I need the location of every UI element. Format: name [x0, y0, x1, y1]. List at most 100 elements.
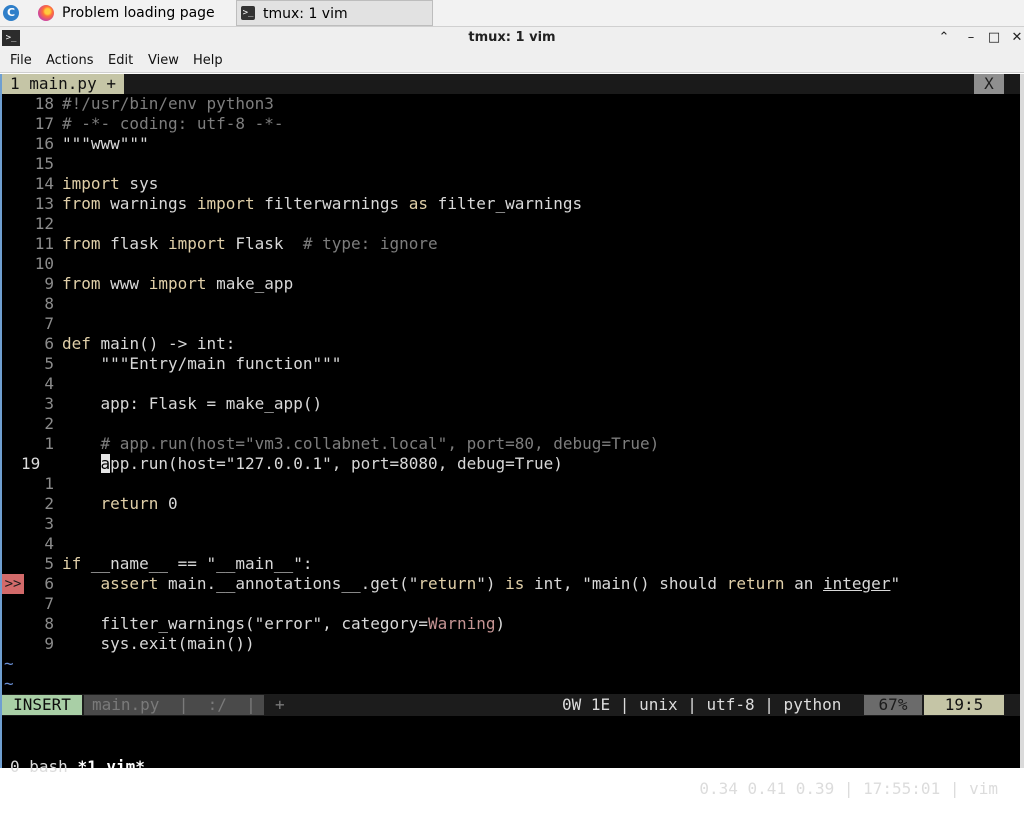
code-line[interactable]: 7: [2, 314, 1002, 334]
vim-status-info: 0W 1E | unix | utf-8 | python: [562, 695, 842, 714]
line-number: 9: [44, 274, 54, 293]
code-text: """Entry/main function""": [62, 354, 342, 373]
code-line[interactable]: 8 filter_warnings("error", category=Warn…: [2, 614, 1002, 634]
code-line[interactable]: 1: [2, 474, 1002, 494]
terminal-icon: >_: [241, 6, 255, 20]
taskbar-item-label: tmux: 1 vim: [263, 6, 348, 22]
code-line[interactable]: 6 >> assert main.__annotations__.get("ret…: [2, 574, 1002, 594]
code-text: assert main.__annotations__.get("return"…: [100, 574, 901, 593]
line-number: 4: [44, 374, 54, 393]
error-sign-icon: >>: [2, 574, 24, 594]
line-number: 2: [44, 494, 54, 513]
line-number: 9: [44, 634, 54, 653]
line-number: 5: [44, 554, 54, 573]
code-line[interactable]: 8: [2, 294, 1002, 314]
scrollbar[interactable]: [1020, 74, 1024, 768]
taskbar-item-firefox[interactable]: Problem loading page ...: [62, 0, 232, 47]
line-number: 8: [44, 294, 54, 313]
code-line[interactable]: 14 import sys: [2, 174, 1002, 194]
code-line[interactable]: 13 from warnings import filterwarnings as…: [2, 194, 1002, 214]
empty-line-marker: ~: [4, 654, 14, 673]
line-number: 11: [34, 234, 54, 253]
line-number: 1: [44, 474, 54, 493]
terminal-area[interactable]: 1 main.py + X 18 #!/usr/bin/env python3 17…: [0, 74, 1024, 798]
code-line[interactable]: 5 """Entry/main function""": [2, 354, 1002, 374]
code-line[interactable]: 9 sys.exit(main()): [2, 634, 1002, 654]
line-number: 3: [44, 514, 54, 533]
code-line[interactable]: 11 from flask import Flask # type: ignore: [2, 234, 1002, 254]
code-line[interactable]: 3 app: Flask = make_app(): [2, 394, 1002, 414]
code-line[interactable]: 17 # -*- coding: utf-8 -*-: [2, 114, 1002, 134]
empty-line-marker: ~: [4, 674, 14, 693]
line-number: 14: [34, 174, 54, 193]
code-text: return 0: [100, 494, 178, 513]
code-line[interactable]: 4: [2, 534, 1002, 554]
code-line[interactable]: 15: [2, 154, 1002, 174]
distro-logo-icon[interactable]: C: [3, 5, 19, 21]
vim-status-file: main.py | :/ | +: [84, 695, 285, 715]
tmux-statusbar: 0 bash *1 vim* 0.34 0.41 0.39 | 17:55:01…: [2, 734, 1020, 798]
code-line[interactable]: 5 if __name__ == "__main__":: [2, 554, 1002, 574]
line-number: 2: [44, 414, 54, 433]
line-number: 12: [34, 214, 54, 233]
code-line[interactable]: 2: [2, 414, 1002, 434]
menu-help[interactable]: Help: [193, 50, 223, 72]
menu-view[interactable]: View: [148, 50, 179, 72]
code-line[interactable]: 6 def main() -> int:: [2, 334, 1002, 354]
line-number: 1: [44, 434, 54, 453]
code-line[interactable]: 10: [2, 254, 1002, 274]
code-line[interactable]: 4: [2, 374, 1002, 394]
vim-tab-main-py[interactable]: 1 main.py +: [2, 74, 124, 94]
code-text: from warnings import filterwarnings as f…: [62, 194, 583, 213]
code-line[interactable]: 19 app.run(host="127.0.0.1", port=8080, …: [2, 454, 1002, 474]
code-text: def main() -> int:: [62, 334, 236, 353]
code-text: sys.exit(main()): [62, 634, 255, 653]
window-titlebar[interactable]: tmux: 1 vim >_ ⌃ – □ ✕: [0, 26, 1024, 50]
code-line[interactable]: 16 """www""": [2, 134, 1002, 154]
line-number: 19: [21, 454, 41, 473]
line-number: 5: [44, 354, 54, 373]
code-text: # app.run(host="vm3.collabnet.local", po…: [62, 434, 660, 453]
taskbar-item-tmux[interactable]: >_ tmux: 1 vim: [236, 0, 433, 26]
code-text: app: Flask = make_app(): [62, 394, 323, 413]
line-number: 16: [34, 134, 54, 153]
taskbar: C Problem loading page ... >_ tmux: 1 vi…: [0, 0, 1024, 47]
code-line[interactable]: 3: [2, 514, 1002, 534]
tmux-status-right: 0.34 0.41 0.39 | 17:55:01 | vim: [699, 779, 998, 798]
line-number: 15: [34, 154, 54, 173]
menu-file[interactable]: File: [10, 50, 32, 72]
vim-cursor-position: 19:5: [924, 695, 1004, 715]
line-number: 7: [44, 594, 54, 613]
maximize-button[interactable]: □: [985, 29, 1003, 47]
code-line[interactable]: 18 #!/usr/bin/env python3: [2, 94, 1002, 114]
line-number: 4: [44, 534, 54, 553]
line-number: 13: [34, 194, 54, 213]
code-line[interactable]: 7: [2, 594, 1002, 614]
minimize-button[interactable]: –: [962, 29, 980, 47]
code-line[interactable]: 1 # app.run(host="vm3.collabnet.local", …: [2, 434, 1002, 454]
vim-mode-indicator: INSERT: [2, 695, 82, 715]
code-text: #!/usr/bin/env python3: [62, 94, 274, 113]
firefox-icon: [38, 5, 54, 21]
code-line[interactable]: 12: [2, 214, 1002, 234]
terminal-icon[interactable]: >_: [2, 30, 20, 46]
code-text: from www import make_app: [62, 274, 294, 293]
text-cursor: a: [100, 454, 111, 473]
tmux-window-bash[interactable]: 0 bash: [10, 757, 77, 776]
code-text: if __name__ == "__main__":: [62, 554, 313, 573]
line-number: 7: [44, 314, 54, 333]
menubar: File Actions Edit View Help: [0, 50, 1024, 73]
close-button[interactable]: ✕: [1008, 29, 1024, 47]
code-text: filter_warnings("error", category=Warnin…: [62, 614, 506, 633]
code-line[interactable]: 9 from www import make_app: [2, 274, 1002, 294]
chevron-up-icon[interactable]: ⌃: [935, 29, 953, 47]
vim-tab-close-button[interactable]: X: [974, 74, 1004, 94]
menu-edit[interactable]: Edit: [108, 50, 133, 72]
vim-status-percent: 67%: [864, 695, 922, 715]
code-text: # -*- coding: utf-8 -*-: [62, 114, 284, 133]
line-number: 18: [34, 94, 54, 113]
tmux-window-vim-active[interactable]: *1 vim*: [77, 757, 144, 776]
code-line[interactable]: 2 return 0: [2, 494, 1002, 514]
menu-actions[interactable]: Actions: [46, 50, 94, 72]
line-number: 17: [34, 114, 54, 133]
